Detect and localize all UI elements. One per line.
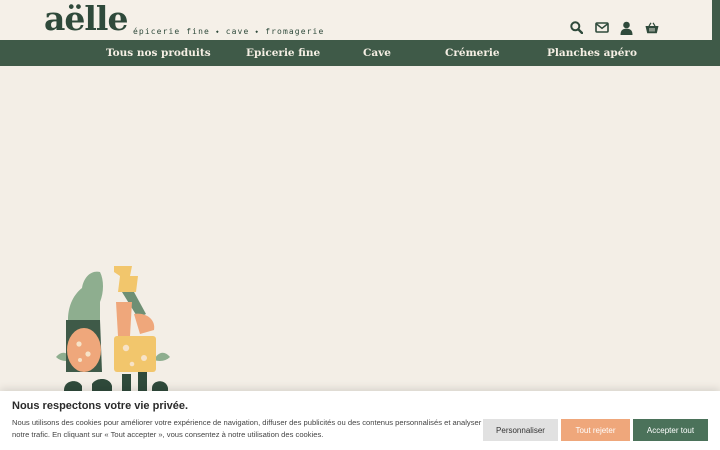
accept-all-cookies-button[interactable]: Accepter tout xyxy=(633,419,708,441)
page-edge-strip xyxy=(712,0,720,66)
nav-item-planches-apero[interactable]: Planches apéro xyxy=(547,40,637,66)
nav-item-cave[interactable]: Cave xyxy=(363,40,391,66)
main-nav: Tous nos produits Epicerie fine Cave Cré… xyxy=(0,40,712,66)
nav-item-cremerie[interactable]: Crémerie xyxy=(445,40,500,66)
mail-icon[interactable] xyxy=(589,19,614,36)
cookie-banner: Nous respectons votre vie privée. Nous u… xyxy=(0,391,720,450)
cookie-text: Nous utilisons des cookies pour améliore… xyxy=(12,418,482,439)
customize-cookies-button[interactable]: Personnaliser xyxy=(483,419,558,441)
nav-item-tous-nos-produits[interactable]: Tous nos produits xyxy=(106,40,211,66)
nav-item-epicerie-fine[interactable]: Epicerie fine xyxy=(246,40,320,66)
reject-all-cookies-button[interactable]: Tout rejeter xyxy=(561,419,630,441)
cookie-title: Nous respectons votre vie privée. xyxy=(12,400,189,412)
brand-logo[interactable]: aëlle xyxy=(44,1,128,37)
brand-tagline: épicerie fine ⬩ cave ⬩ fromagerie xyxy=(133,27,325,36)
cart-icon[interactable] xyxy=(639,19,664,36)
site-header: aëlle épicerie fine ⬩ cave ⬩ fromagerie xyxy=(0,0,712,40)
brand-illustration xyxy=(52,262,177,397)
user-icon[interactable] xyxy=(614,19,639,36)
search-icon[interactable] xyxy=(564,19,589,36)
header-icons xyxy=(564,19,664,36)
